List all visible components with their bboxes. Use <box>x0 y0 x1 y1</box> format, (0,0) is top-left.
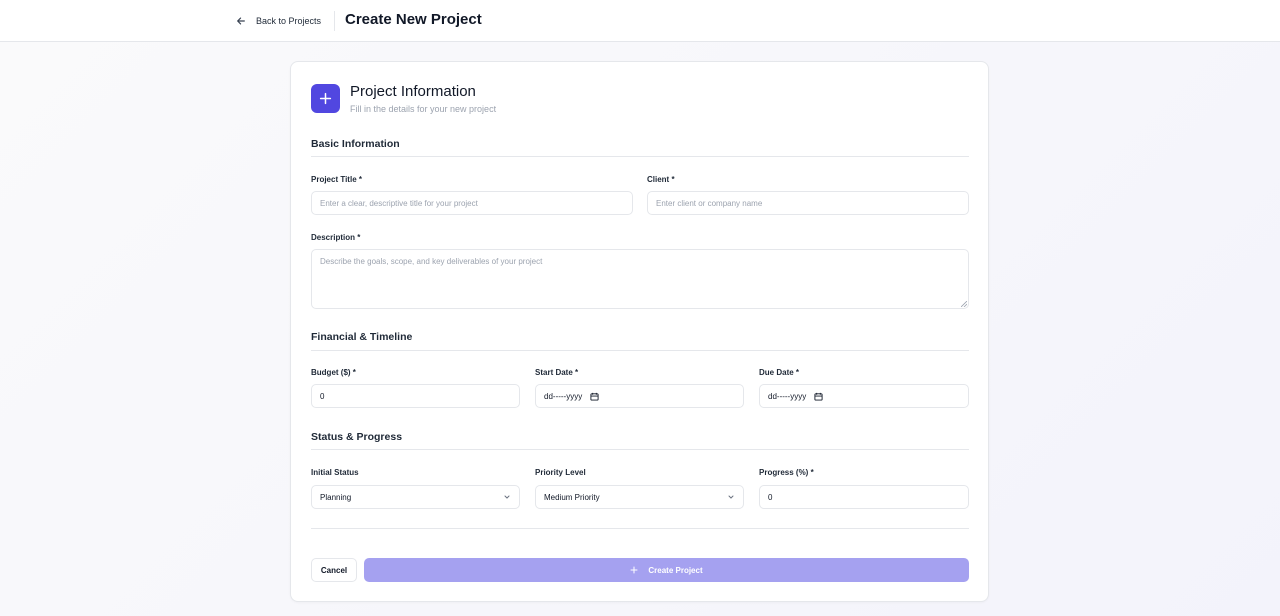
card-icon-badge <box>311 84 340 113</box>
due-date-label: Due Date * <box>759 368 800 377</box>
start-date-input[interactable]: dd-----yyyy <box>535 384 744 408</box>
priority-level-value: Medium Priority <box>544 492 600 502</box>
progress-value: 0 <box>768 492 773 502</box>
initial-status-select[interactable]: Planning <box>311 485 520 509</box>
section-title-status: Status & Progress <box>311 431 403 443</box>
section-divider-financial <box>311 350 969 351</box>
section-title-financial: Financial & Timeline <box>311 331 413 343</box>
start-date-label: Start Date * <box>535 368 579 377</box>
header-divider <box>334 11 335 31</box>
calendar-icon[interactable] <box>814 392 823 401</box>
card-title: Project Information <box>350 83 476 100</box>
priority-level-select[interactable]: Medium Priority <box>535 485 744 509</box>
start-date-value: dd-----yyyy <box>544 391 583 401</box>
priority-level-label: Priority Level <box>535 468 586 477</box>
project-title-input[interactable] <box>311 191 633 215</box>
section-divider-basic <box>311 156 969 157</box>
plus-icon <box>319 92 332 105</box>
client-label: Client * <box>647 175 675 184</box>
calendar-icon[interactable] <box>590 392 599 401</box>
budget-value: 0 <box>320 391 325 401</box>
description-label: Description * <box>311 233 361 242</box>
create-project-button[interactable]: Create Project <box>364 558 969 582</box>
resize-handle-icon[interactable] <box>961 301 967 307</box>
chevron-down-icon <box>728 495 734 499</box>
page-title: Create New Project <box>345 11 482 28</box>
section-title-basic: Basic Information <box>311 138 400 150</box>
plus-icon <box>630 566 638 574</box>
footer-divider <box>311 528 969 529</box>
arrow-left-icon <box>237 17 245 25</box>
budget-input[interactable]: 0 <box>311 384 520 408</box>
initial-status-value: Planning <box>320 492 352 502</box>
card-subtitle: Fill in the details for your new project <box>350 104 497 114</box>
chevron-down-icon <box>504 495 510 499</box>
due-date-value: dd-----yyyy <box>768 391 807 401</box>
initial-status-label: Initial Status <box>311 468 359 477</box>
back-link-label: Back to Projects <box>256 16 322 26</box>
progress-label: Progress (%) * <box>759 468 814 477</box>
due-date-input[interactable]: dd-----yyyy <box>759 384 969 408</box>
description-textarea[interactable] <box>311 249 969 309</box>
cancel-button[interactable]: Cancel <box>311 558 357 582</box>
project-title-label: Project Title * <box>311 175 362 184</box>
back-to-projects-link[interactable]: Back to Projects <box>236 13 321 29</box>
budget-label: Budget ($) * <box>311 368 356 377</box>
client-input[interactable] <box>647 191 969 215</box>
create-project-label: Create Project <box>648 565 703 575</box>
section-divider-status <box>311 449 969 450</box>
project-form-card: Project Information Fill in the details … <box>290 61 989 602</box>
top-header: Back to Projects Create New Project <box>0 0 1280 42</box>
progress-input[interactable]: 0 <box>759 485 969 509</box>
